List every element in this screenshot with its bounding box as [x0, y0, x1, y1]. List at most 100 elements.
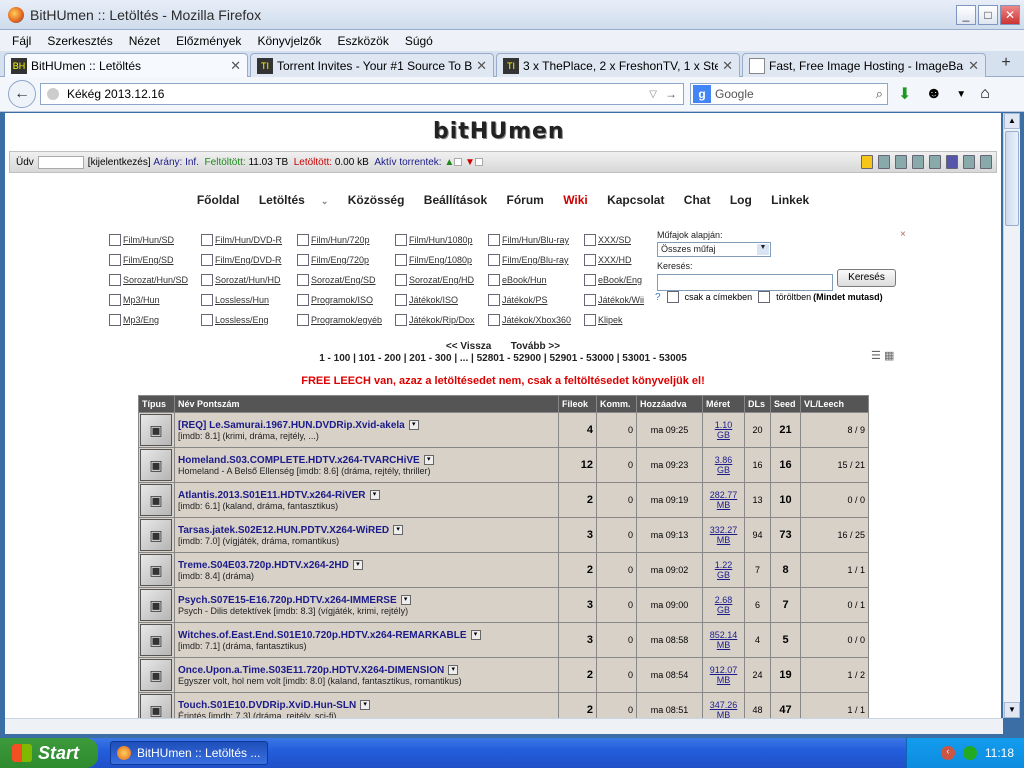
expand-icon[interactable]: ▾	[470, 630, 481, 641]
inbox-icon[interactable]	[895, 155, 907, 169]
checkbox[interactable]	[584, 294, 596, 306]
category-checkbox[interactable]: Programok/ISO	[297, 294, 373, 306]
nav-forum[interactable]: Fórum	[507, 193, 544, 207]
menu-file[interactable]: Fájl	[12, 34, 31, 48]
category-checkbox[interactable]: Lossless/Eng	[201, 314, 269, 326]
table-row[interactable]: ▣ Tarsas.jatek.S02E12.HUN.PDTV.X264-WiRED…	[138, 517, 869, 553]
checkbox[interactable]	[488, 294, 500, 306]
files-count[interactable]: 2	[558, 552, 597, 588]
checkbox[interactable]	[297, 314, 309, 326]
comments-count[interactable]: 0	[596, 517, 637, 553]
menu-history[interactable]: Előzmények	[176, 34, 241, 48]
expand-icon[interactable]: ▾	[400, 595, 411, 606]
category-checkbox[interactable]: Film/Eng/DVD-R	[201, 254, 282, 266]
search-bar[interactable]: g Google ⌕	[690, 83, 888, 105]
files-count[interactable]: 3	[558, 517, 597, 553]
scroll-thumb[interactable]	[1005, 131, 1019, 226]
checkbox[interactable]	[109, 294, 121, 306]
category-checkbox[interactable]: Mp3/Eng	[109, 314, 159, 326]
search-submit-button[interactable]: Keresés	[837, 269, 896, 287]
nav-downloads[interactable]: Letöltés	[259, 193, 305, 207]
checkbox[interactable]	[395, 254, 407, 266]
category-checkbox[interactable]: Sorozat/Hun/HD	[201, 274, 281, 286]
table-row[interactable]: ▣ Witches.of.East.End.S01E10.720p.HDTV.x2…	[138, 622, 869, 658]
table-row[interactable]: ▣ Homeland.S03.COMPLETE.HDTV.x264-TVARCHi…	[138, 447, 869, 483]
checkbox[interactable]	[488, 234, 500, 246]
torrent-title-link[interactable]: [REQ] Le.Samurai.1967.HUN.DVDRip.Xvid-ak…	[178, 420, 405, 431]
checkbox[interactable]	[395, 274, 407, 286]
category-checkbox[interactable]: Játékok/Wii	[584, 294, 644, 306]
category-checkbox[interactable]: Sorozat/Hun/SD	[109, 274, 188, 286]
close-tab-icon[interactable]: ✕	[968, 58, 979, 74]
bookmark-icon[interactable]	[912, 155, 924, 169]
scroll-down-icon[interactable]: ▼	[1004, 702, 1020, 718]
prev-page-link[interactable]: << Vissza	[446, 341, 491, 352]
checkbox[interactable]	[297, 254, 309, 266]
tv-series-icon[interactable]: ▣	[140, 589, 172, 621]
menu-dropdown-icon[interactable]: ▼	[956, 89, 966, 100]
checkbox[interactable]	[201, 314, 213, 326]
leech-count[interactable]: 16 / 25	[800, 517, 869, 553]
cart-icon[interactable]	[980, 155, 992, 169]
checkbox[interactable]	[297, 234, 309, 246]
checkbox[interactable]	[584, 234, 596, 246]
back-button[interactable]: ←	[8, 80, 36, 108]
nav-settings[interactable]: Beállítások	[424, 193, 487, 207]
comments-count[interactable]: 0	[596, 447, 637, 483]
tray-app-icon[interactable]	[962, 746, 977, 760]
list-view-icon[interactable]: ☰	[871, 350, 881, 362]
category-checkbox[interactable]: Játékok/Xbox360	[488, 314, 571, 326]
close-tab-icon[interactable]: ✕	[476, 58, 487, 74]
pager-pages[interactable]: 1 - 100 | 101 - 200 | 201 - 300 | ... | …	[5, 353, 1001, 364]
category-checkbox[interactable]: Klipek	[584, 314, 623, 326]
checkbox[interactable]	[488, 314, 500, 326]
vertical-scrollbar[interactable]: ▲ ▼	[1003, 113, 1020, 718]
checkbox[interactable]	[584, 314, 596, 326]
expand-icon[interactable]: ▾	[408, 420, 419, 431]
category-checkbox[interactable]: Sorozat/Eng/HD	[395, 274, 474, 286]
seed-count[interactable]: 7	[770, 587, 801, 623]
tv-series-icon[interactable]: ▣	[140, 659, 172, 691]
next-page-link[interactable]: Tovább >>	[511, 341, 560, 352]
go-arrow-icon[interactable]: →	[665, 87, 677, 101]
tab-imagebam[interactable]: Fast, Free Image Hosting - ImageBam ✕	[742, 53, 986, 77]
table-row[interactable]: ▣ Psych.S07E15-E16.720p.HDTV.x264-IMMERSE…	[138, 587, 869, 623]
table-row[interactable]: ▣ [REQ] Le.Samurai.1967.HUN.DVDRip.Xvid-a…	[138, 412, 869, 448]
taskbar-firefox-item[interactable]: BitHUmen :: Letöltés ...	[110, 741, 268, 765]
checkbox[interactable]	[109, 274, 121, 286]
torrent-title-link[interactable]: Witches.of.East.End.S01E10.720p.HDTV.x26…	[178, 630, 467, 641]
tv-series-icon[interactable]: ▣	[140, 554, 172, 586]
expand-icon[interactable]: ▾	[393, 525, 404, 536]
menu-bookmarks[interactable]: Könyvjelzők	[257, 34, 321, 48]
nav-home[interactable]: Főoldal	[197, 193, 240, 207]
eye-icon[interactable]	[878, 155, 890, 169]
stats-icon[interactable]	[946, 155, 958, 169]
category-checkbox[interactable]: Programok/egyéb	[297, 314, 382, 326]
person-icon[interactable]	[929, 155, 941, 169]
category-checkbox[interactable]: XXX/HD	[584, 254, 632, 266]
checkbox[interactable]	[109, 254, 121, 266]
category-checkbox[interactable]: eBook/Eng	[584, 274, 642, 286]
leech-count[interactable]: 8 / 9	[800, 412, 869, 448]
checkbox[interactable]	[488, 274, 500, 286]
star-icon[interactable]	[861, 155, 873, 169]
checkbox[interactable]	[584, 274, 596, 286]
checkbox[interactable]	[395, 294, 407, 306]
tv-series-icon[interactable]: ▣	[140, 414, 172, 446]
leech-count[interactable]: 1 / 1	[800, 552, 869, 588]
download-icon[interactable]: ⬇	[898, 84, 911, 104]
category-checkbox[interactable]: Film/Eng/SD	[109, 254, 174, 266]
category-checkbox[interactable]: Játékok/Rip/Dox	[395, 314, 475, 326]
leech-count[interactable]: 0 / 0	[800, 482, 869, 518]
maximize-button[interactable]: □	[978, 5, 998, 25]
seed-count[interactable]: 16	[770, 447, 801, 483]
category-checkbox[interactable]: Játékok/PS	[488, 294, 548, 306]
torrent-title-link[interactable]: Atlantis.2013.S01E11.HDTV.x264-RiVER	[178, 490, 366, 501]
checkbox[interactable]	[201, 294, 213, 306]
close-filter-icon[interactable]: ×	[900, 229, 906, 240]
category-checkbox[interactable]: Film/Hun/DVD-R	[201, 234, 282, 246]
category-checkbox[interactable]: Sorozat/Eng/SD	[297, 274, 376, 286]
show-all-link[interactable]: (Mindet mutasd)	[813, 292, 883, 302]
nav-log[interactable]: Log	[730, 193, 752, 207]
files-count[interactable]: 2	[558, 657, 597, 693]
